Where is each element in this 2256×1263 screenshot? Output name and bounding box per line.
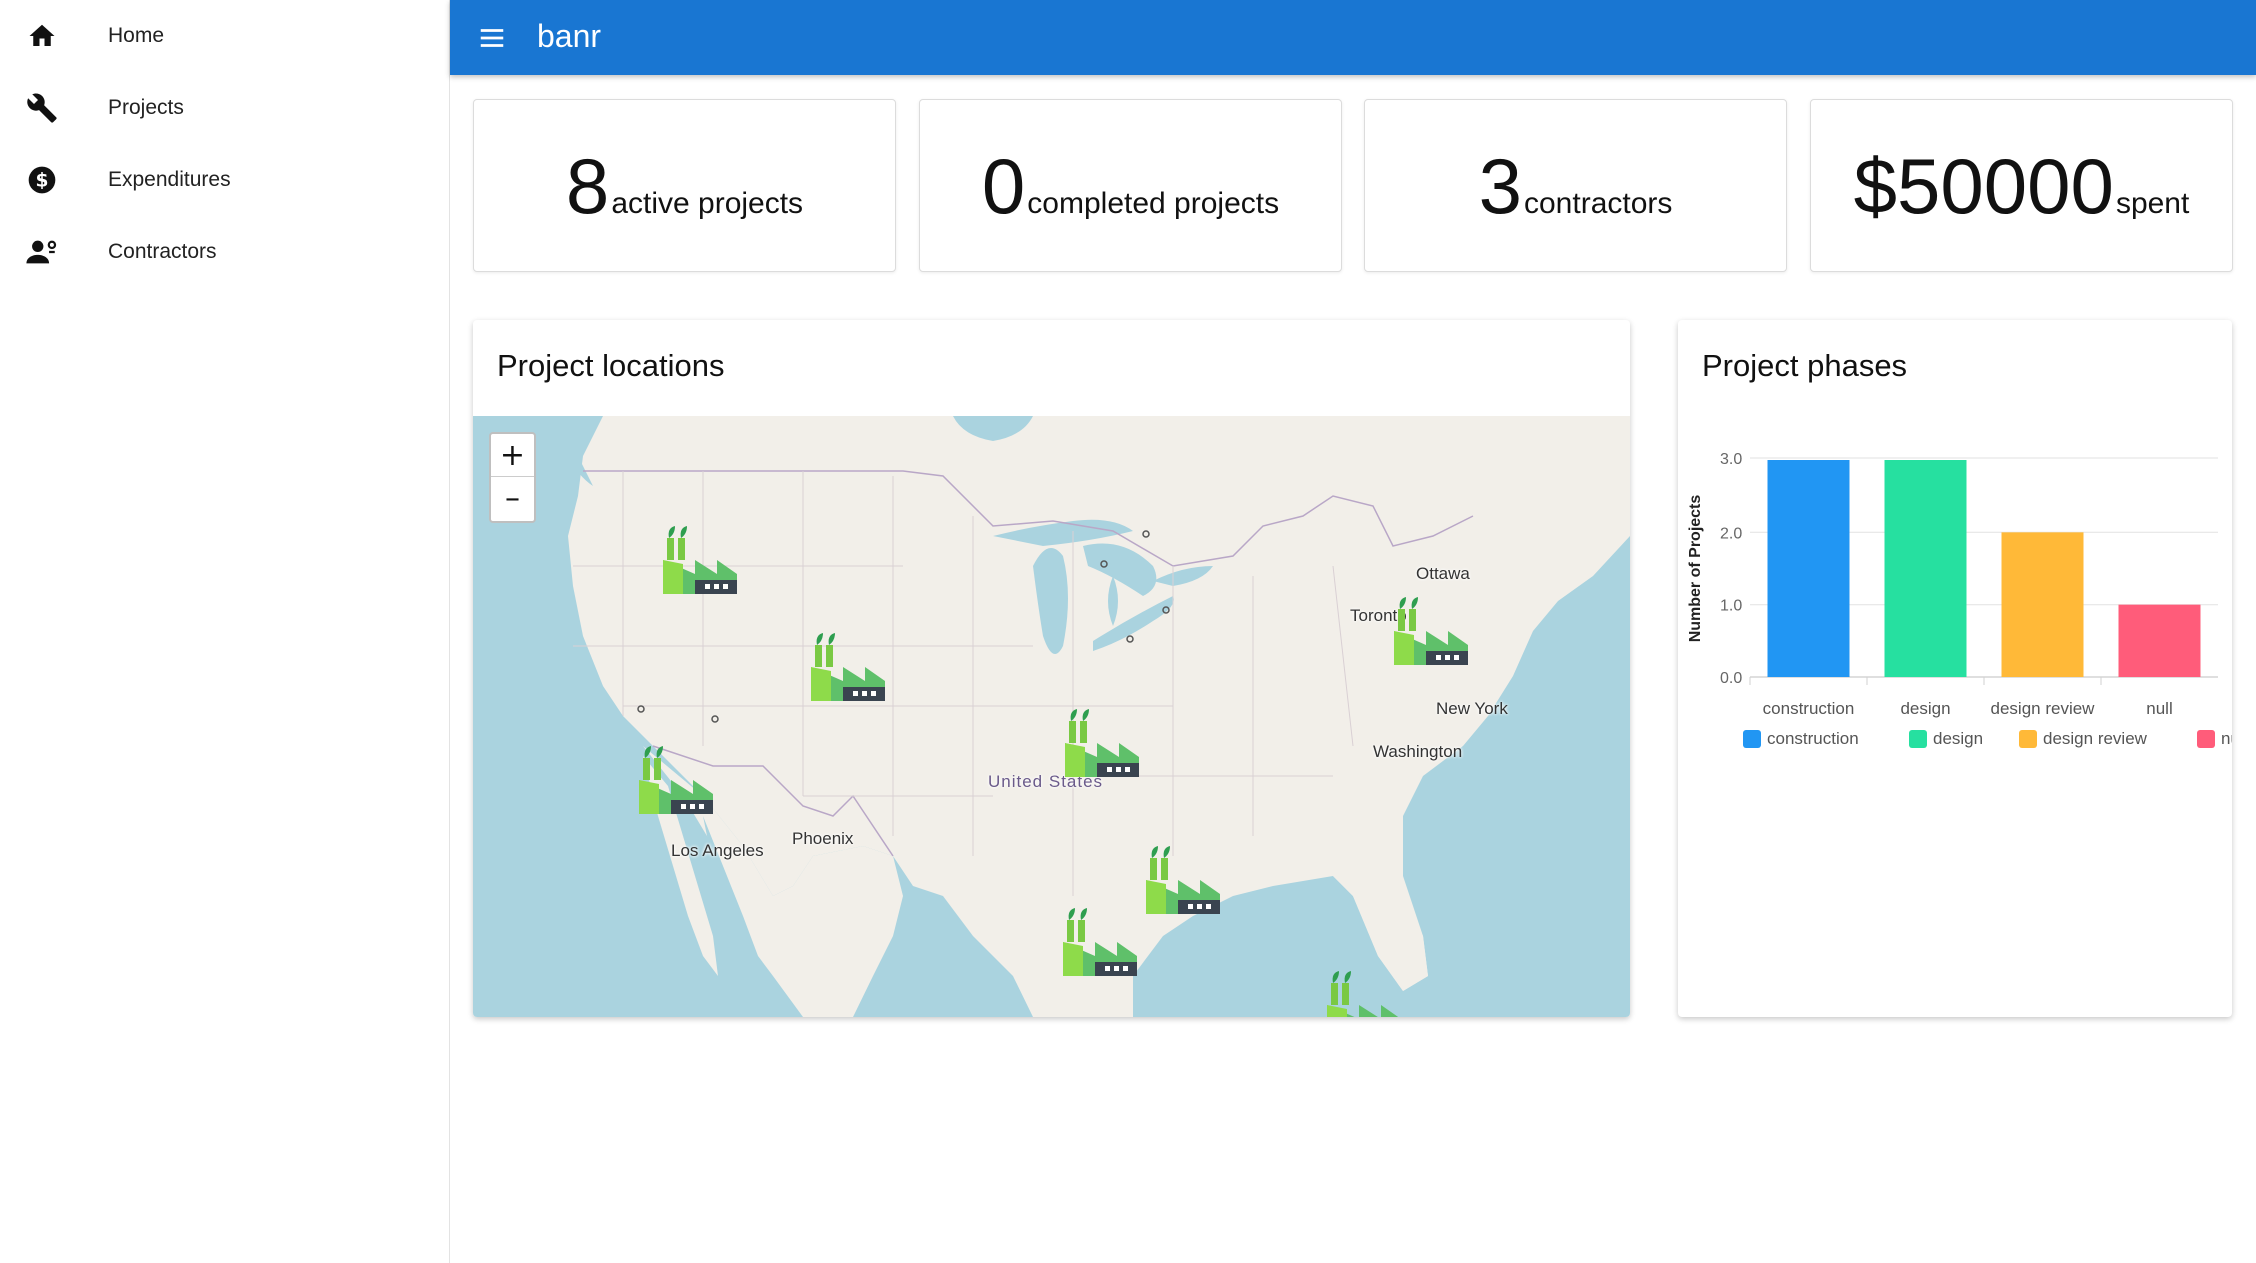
chart-y-tick-label: 0.0 [1720, 670, 1742, 687]
factory-marker-icon[interactable] [1392, 595, 1468, 671]
chart-y-tick-label: 1.0 [1720, 598, 1742, 615]
stat-card-spent: $50000 spent [1810, 99, 2233, 272]
sidebar-item-expenditures[interactable]: $ Expenditures [0, 144, 450, 216]
sidebar: Home Projects $ Expenditures Contractors [0, 0, 450, 1263]
chart-y-tick-label: 3.0 [1720, 451, 1742, 468]
stat-value: 3 [1478, 141, 1522, 230]
stat-label: active projects [611, 186, 804, 220]
chart-legend-label: null [2221, 729, 2232, 748]
map-label-washington: Washington [1373, 742, 1463, 761]
chart-legend-swatch [2019, 730, 2037, 748]
stat-value: 0 [981, 141, 1026, 230]
project-locations-panel: Project locations Ottawa Toronto New Yor… [473, 320, 1630, 1017]
chart-legend-label: design [1933, 729, 1983, 748]
factory-marker-icon[interactable] [1325, 969, 1401, 1017]
map-label-los-angeles: Los Angeles [671, 841, 764, 860]
zoom-out-button[interactable]: – [491, 477, 534, 520]
stat-value: 8 [565, 141, 610, 230]
chart-x-tick-label: construction [1763, 699, 1855, 718]
home-icon [24, 18, 60, 54]
menu-icon [480, 29, 504, 47]
factory-marker-icon[interactable] [637, 744, 713, 820]
map-label-phoenix: Phoenix [792, 829, 854, 848]
stat-label: completed projects [1027, 186, 1280, 220]
chart-y-tick-label: 2.0 [1720, 525, 1742, 542]
chart-bar [1884, 460, 1967, 677]
chart-legend-swatch [1909, 730, 1927, 748]
chart-legend-label: design review [2043, 729, 2148, 748]
factory-marker-icon[interactable] [661, 524, 737, 600]
chart-legend-swatch [2197, 730, 2215, 748]
map-label-new-york: New York [1436, 699, 1508, 718]
zoom-control: + – [489, 432, 536, 523]
sidebar-item-label: Home [108, 24, 165, 47]
chart-x-tick-label: null [2146, 699, 2172, 718]
project-map[interactable]: Ottawa Toronto New York Washington Unite… [473, 416, 1630, 1017]
factory-marker-icon[interactable] [1063, 707, 1139, 783]
chart-x-tick-label: design review [1991, 699, 2096, 718]
sidebar-item-home[interactable]: Home [0, 0, 450, 72]
chart-bar [2001, 532, 2084, 677]
chart-bar [2118, 604, 2201, 677]
panel-title: Project locations [497, 348, 725, 383]
stat-label: contractors [1524, 186, 1673, 220]
dollar-icon: $ [24, 162, 60, 198]
stat-value: $50000 [1853, 141, 2114, 230]
chart-legend-swatch [1743, 730, 1761, 748]
factory-marker-icon[interactable] [809, 631, 885, 707]
stat-label: spent [2115, 186, 2190, 220]
sidebar-item-label: Expenditures [108, 168, 231, 191]
zoom-in-button[interactable]: + [491, 434, 534, 477]
sidebar-item-label: Projects [108, 96, 184, 119]
project-phases-chart: 0.0 1.0 2.0 3.0 Number of Projects constructi… [1687, 451, 2232, 748]
map-label-ottawa: Ottawa [1416, 564, 1470, 583]
svg-text:$: $ [36, 171, 49, 192]
menu-button[interactable] [474, 20, 510, 56]
contractor-icon [24, 234, 60, 270]
sidebar-item-label: Contractors [108, 240, 217, 263]
stat-card-contractors: 3 contractors [1364, 99, 1787, 272]
stat-card-active-projects: 8 active projects [473, 99, 896, 272]
factory-marker-icon[interactable] [1144, 844, 1220, 920]
sidebar-item-projects[interactable]: Projects [0, 72, 450, 144]
app-title: banr [537, 18, 602, 54]
factory-marker-icon[interactable] [1061, 906, 1137, 982]
app-bar: banr [450, 0, 2256, 75]
chart-legend-label: construction [1767, 729, 1859, 748]
chart-bar [1767, 460, 1850, 677]
stat-card-completed-projects: 0 completed projects [919, 99, 1342, 272]
project-phases-panel: Project phases 0.0 1.0 2.0 3.0 Number of Pro… [1678, 320, 2232, 1017]
chart-x-tick-label: design [1900, 699, 1950, 718]
sidebar-item-contractors[interactable]: Contractors [0, 216, 450, 288]
chart-y-axis-label: Number of Projects [1687, 495, 1704, 643]
wrench-icon [24, 90, 60, 126]
